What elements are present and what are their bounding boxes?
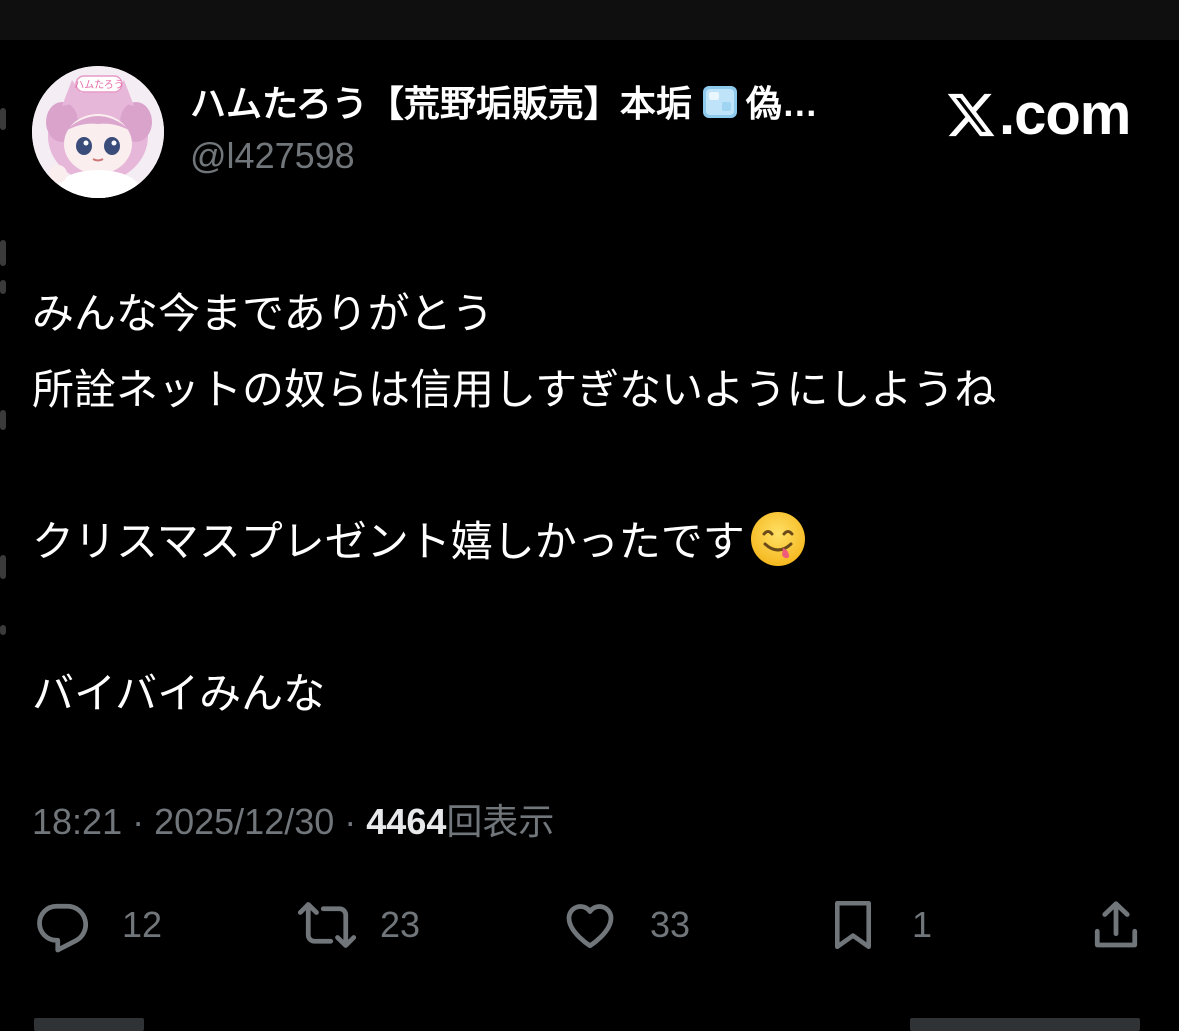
avatar-image: ハムたろう	[32, 66, 164, 198]
user-handle[interactable]: @l427598	[190, 132, 355, 180]
reply-count: 12	[122, 904, 163, 945]
post-line-2: 所詮ネットの奴らは信用しすぎないようにしようね	[32, 366, 997, 413]
bookmark-button[interactable]: 1	[824, 890, 932, 960]
ice-cube-icon	[700, 82, 740, 122]
views-count: 4464	[366, 801, 447, 842]
bookmark-icon	[824, 894, 882, 956]
views-label: 回表示	[446, 801, 555, 842]
post-line-3: クリスマスプレゼント嬉しかったです	[32, 504, 1162, 580]
share-button[interactable]	[1086, 890, 1146, 960]
reply-icon	[32, 895, 92, 955]
meta-separator: ·	[334, 801, 367, 842]
like-button[interactable]: 33	[560, 890, 690, 960]
left-edge-fragment	[0, 90, 8, 650]
display-name-text: ハムたろう【荒野垢販売】本垢	[190, 83, 692, 124]
repost-count: 23	[380, 904, 421, 945]
repost-button[interactable]: 23	[296, 890, 420, 960]
avatar-badge-text: ハムたろう	[74, 79, 123, 91]
post-meta: 18:21 · 2025/12/30 · 4464回表示	[32, 798, 554, 846]
post-line-3-text: クリスマスプレゼント嬉しかったです	[32, 518, 745, 565]
x-com-logo: .com	[945, 82, 1131, 148]
repost-icon	[296, 895, 358, 955]
x-logo-icon	[945, 89, 997, 141]
display-name[interactable]: ハムたろう【荒野垢販売】本垢 偽…	[190, 80, 930, 128]
like-count: 33	[650, 904, 691, 945]
post-date[interactable]: 2025/12/30	[154, 801, 334, 842]
action-bar: 12 23 33 1	[0, 890, 1179, 960]
x-com-text: .com	[999, 82, 1131, 147]
post-text: みんな今までありがとう 所詮ネットの奴らは信用しすぎないようにしようね クリスマ…	[32, 276, 1162, 732]
bookmark-count: 1	[912, 904, 933, 945]
cut-off-row-fragment	[0, 1018, 1179, 1031]
reply-button[interactable]: 12	[32, 890, 162, 960]
post-line-4: バイバイみんな	[32, 670, 326, 717]
post-time[interactable]: 18:21	[32, 801, 122, 842]
share-icon	[1086, 895, 1146, 955]
heart-icon	[560, 895, 620, 955]
display-name-suffix: 偽…	[745, 83, 818, 124]
yum-face-emoji-icon	[749, 510, 807, 568]
avatar[interactable]: ハムたろう	[32, 66, 164, 198]
top-strip	[0, 0, 1179, 40]
meta-separator: ·	[122, 801, 155, 842]
post-line-1: みんな今までありがとう	[32, 290, 494, 337]
